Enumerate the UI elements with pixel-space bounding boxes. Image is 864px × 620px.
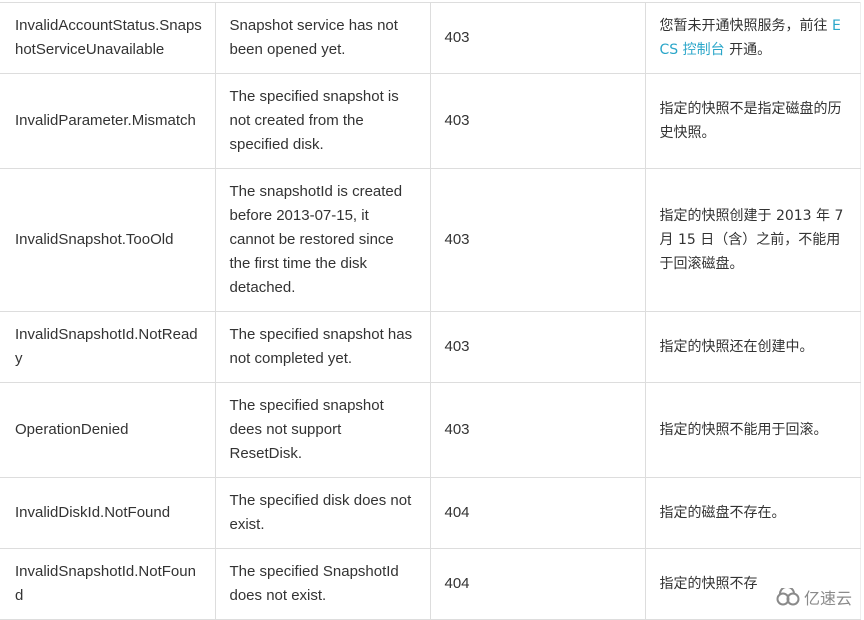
error-code-cell: InvalidSnapshot.TooOld [0, 168, 216, 312]
watermark-text: 亿速云 [803, 589, 852, 608]
error-message-cn-cell: 指定的快照不是指定磁盘的历史快照。 [645, 73, 861, 169]
watermark: 亿速云 [772, 584, 854, 610]
error-message-cn-cell: 您暂未开通快照服务，前往 ECS 控制台 开通。 [645, 2, 861, 74]
error-code-table: InvalidAccountStatus.SnapshotServiceUnav… [0, 2, 861, 620]
error-description-cell: The specified disk does not exist. [215, 477, 431, 549]
error-description-cell: The specified snapshot is not created fr… [215, 73, 431, 169]
error-code-cell: InvalidAccountStatus.SnapshotServiceUnav… [0, 2, 216, 74]
http-status-cell: 404 [430, 477, 646, 549]
error-message-cn-cell: 指定的快照还在创建中。 [645, 311, 861, 383]
table-row: InvalidParameter.Mismatch The specified … [0, 73, 861, 169]
table-row: InvalidSnapshotId.NotFound The specified… [0, 548, 861, 620]
error-description-cell: The specified snapshot has not completed… [215, 311, 431, 383]
message-text: 您暂未开通快照服务，前往 [659, 18, 832, 34]
error-code-cell: InvalidSnapshotId.NotReady [0, 311, 216, 383]
table-row: InvalidAccountStatus.SnapshotServiceUnav… [0, 2, 861, 74]
error-description-cell: Snapshot service has not been opened yet… [215, 2, 431, 74]
table-row: OperationDenied The specified snapshot d… [0, 382, 861, 478]
error-message-cn-cell: 指定的快照创建于 2013 年 7 月 15 日（含）之前，不能用于回滚磁盘。 [645, 168, 861, 312]
error-description-cell: The specified SnapshotId does not exist. [215, 548, 431, 620]
http-status-cell: 403 [430, 73, 646, 169]
error-message-cn-cell: 指定的快照不能用于回滚。 [645, 382, 861, 478]
table-row: InvalidSnapshot.TooOld The snapshotId is… [0, 168, 861, 312]
error-description-cell: The snapshotId is created before 2013-07… [215, 168, 431, 312]
http-status-cell: 403 [430, 382, 646, 478]
error-code-cell: InvalidSnapshotId.NotFound [0, 548, 216, 620]
http-status-cell: 404 [430, 548, 646, 620]
message-text: 开通。 [724, 42, 772, 58]
error-code-cell: InvalidParameter.Mismatch [0, 73, 216, 169]
error-message-cn-cell: 指定的磁盘不存在。 [645, 477, 861, 549]
http-status-cell: 403 [430, 311, 646, 383]
table-row: InvalidDiskId.NotFound The specified dis… [0, 477, 861, 549]
cloud-logo-icon [775, 588, 801, 606]
http-status-cell: 403 [430, 2, 646, 74]
error-code-cell: InvalidDiskId.NotFound [0, 477, 216, 549]
table-row: InvalidSnapshotId.NotReady The specified… [0, 311, 861, 383]
error-code-cell: OperationDenied [0, 382, 216, 478]
http-status-cell: 403 [430, 168, 646, 312]
error-description-cell: The specified snapshot dees not support … [215, 382, 431, 478]
